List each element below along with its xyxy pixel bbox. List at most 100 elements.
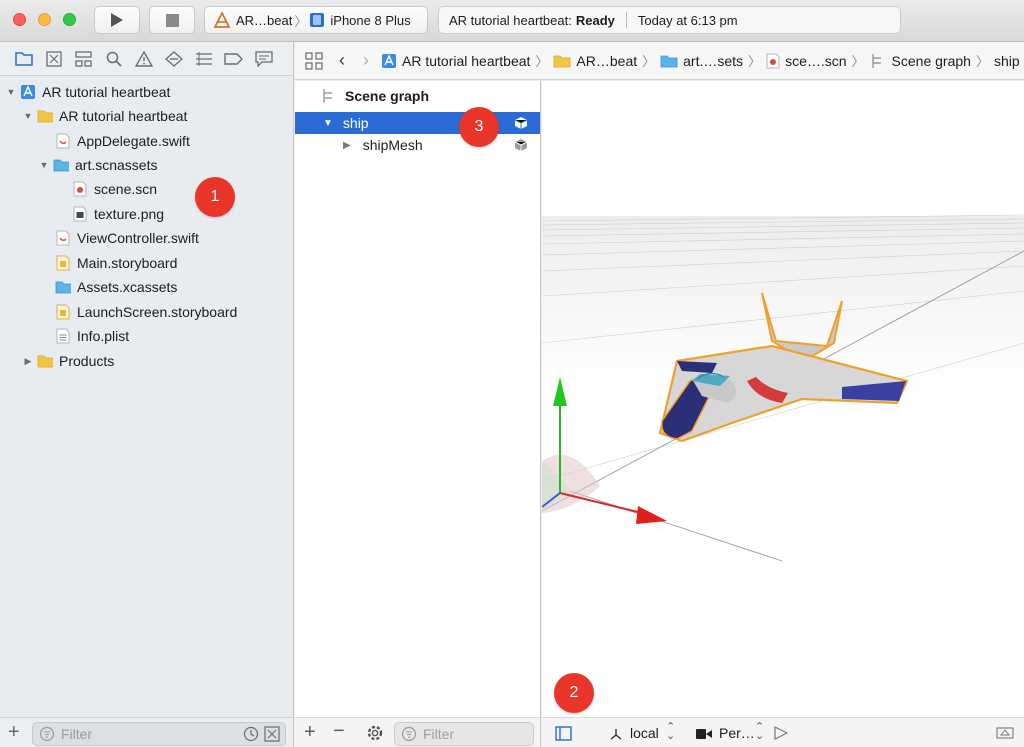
tree-item-label: art.scnassets xyxy=(75,157,158,173)
disclosure-open-icon[interactable]: ▼ xyxy=(323,118,333,129)
annotation-badge-3: 3 xyxy=(459,107,499,147)
cube-node-icon xyxy=(514,117,528,129)
outline-filter-field[interactable]: Filter xyxy=(394,722,534,746)
chevron-right-icon: 〉 xyxy=(642,54,656,69)
debug-icon[interactable] xyxy=(194,49,213,68)
scheme-selector[interactable]: AR…beat 〉 iPhone 8 Plus xyxy=(204,6,428,34)
chevron-right-icon: 〉 xyxy=(294,13,308,29)
activity-status-label: Ready xyxy=(575,12,615,28)
folder-icon xyxy=(37,353,53,369)
related-items-icon[interactable] xyxy=(305,51,323,70)
tree-item-launchscreen[interactable]: LaunchScreen.storyboard xyxy=(0,300,293,324)
jumpbar-label: art.…sets xyxy=(683,52,744,69)
scene-canvas[interactable] xyxy=(542,81,1024,717)
disclosure-closed-icon[interactable]: ▶ xyxy=(343,140,351,151)
activity-viewer: AR tutorial heartbeat: Ready Today at 6:… xyxy=(438,6,901,34)
zoom-window-button[interactable] xyxy=(63,13,76,26)
camera-mode-label[interactable]: Per… xyxy=(719,725,755,741)
add-node-icon[interactable]: + xyxy=(304,721,316,743)
run-button[interactable] xyxy=(94,6,140,34)
forward-arrow-icon[interactable]: › xyxy=(363,50,369,71)
tree-item-group[interactable]: ▼ AR tutorial heartbeat xyxy=(0,104,293,128)
breakpoint-icon[interactable] xyxy=(224,49,243,68)
tree-item-info-plist[interactable]: Info.plist xyxy=(0,324,293,348)
disclosure-closed-icon[interactable]: ▶ xyxy=(22,356,34,367)
window-toolbar: AR…beat 〉 iPhone 8 Plus AR tutorial hear… xyxy=(0,0,1024,42)
swift-file-icon xyxy=(55,133,71,149)
tree-item-texture[interactable]: texture.png xyxy=(0,202,293,226)
jump-bar: ‹ › AR tutorial heartbeat 〉 AR…beat 〉 ar… xyxy=(295,42,1024,80)
scene-graph-header: Scene graph xyxy=(295,85,540,107)
node-row-shipmesh[interactable]: ▶ shipMesh xyxy=(295,134,540,156)
storyboard-file-icon xyxy=(55,255,71,271)
tree-item-main-storyboard[interactable]: Main.storyboard xyxy=(0,251,293,275)
tree-item-project[interactable]: ▼ AR tutorial heartbeat xyxy=(0,80,293,104)
recent-files-icon[interactable] xyxy=(243,726,259,742)
filter-icon xyxy=(401,726,417,742)
tree-item-label: Products xyxy=(59,353,115,369)
back-arrow-icon[interactable]: ‹ xyxy=(339,50,345,71)
test-icon[interactable] xyxy=(164,49,183,68)
coordinate-axes-icon xyxy=(610,729,622,740)
jumpbar-item-project[interactable]: AR tutorial heartbeat xyxy=(381,53,530,69)
disclosure-open-icon[interactable]: ▼ xyxy=(22,111,34,121)
disclosure-open-icon[interactable]: ▼ xyxy=(38,160,50,170)
jumpbar-item-ship[interactable]: ship xyxy=(994,53,1020,69)
hierarchy-icon[interactable] xyxy=(74,49,93,68)
jumpbar-label: ship xyxy=(993,52,1020,69)
scheme-app-label: AR…beat xyxy=(236,12,293,28)
disclosure-open-icon[interactable]: ▼ xyxy=(5,87,17,97)
tree-item-products[interactable]: ▶ Products xyxy=(0,349,293,373)
tree-item-label: AR tutorial heartbeat xyxy=(59,108,188,124)
tree-item-label: texture.png xyxy=(94,206,165,222)
tree-item-scene[interactable]: scene.scn xyxy=(0,177,293,201)
node-label: ship xyxy=(342,115,369,131)
stop-button[interactable] xyxy=(149,6,195,34)
activity-project-label: AR tutorial heartbeat: xyxy=(449,12,572,28)
tree-item-scnassets[interactable]: ▼ art.scnassets xyxy=(0,153,293,177)
minimize-window-button[interactable] xyxy=(38,13,51,26)
iphone-device-icon xyxy=(310,13,325,27)
scene-viewport[interactable]: 2 local ⌃ ⌄ Per… ⌃ ⌄ xyxy=(542,81,1024,747)
tree-item-label: ViewController.swift xyxy=(77,230,199,246)
jumpbar-label: AR tutorial heartbeat xyxy=(402,52,531,69)
scene-file-icon xyxy=(72,181,88,197)
remove-node-icon[interactable]: − xyxy=(333,720,345,742)
jumpbar-item-scene-graph[interactable]: Scene graph xyxy=(870,53,971,69)
scene-graph-outline: Scene graph ▼ ship ▶ shipMesh 3 + − Filt… xyxy=(295,81,541,747)
blue-folder-icon xyxy=(53,157,69,173)
space-mode-label[interactable]: local xyxy=(630,725,659,741)
warning-icon[interactable] xyxy=(134,49,153,68)
jumpbar-item-scene[interactable]: sce….scn xyxy=(766,53,847,69)
report-icon[interactable] xyxy=(254,49,273,68)
chevron-right-icon: 〉 xyxy=(535,54,549,69)
jumpbar-item-group[interactable]: AR…beat xyxy=(553,53,637,69)
project-navigator: ▼ AR tutorial heartbeat ▼ AR tutorial he… xyxy=(0,42,294,747)
tree-item-viewcontroller[interactable]: ViewController.swift xyxy=(0,226,293,250)
scene-graph-icon xyxy=(323,89,332,103)
navigator-filter-field[interactable]: Filter xyxy=(32,722,286,746)
chevron-updown-icon[interactable]: ⌃ ⌄ xyxy=(666,722,675,742)
source-control-icon[interactable] xyxy=(44,49,63,68)
add-file-icon[interactable]: + xyxy=(8,722,20,742)
jumpbar-item-scnassets[interactable]: art.…sets xyxy=(660,53,743,69)
cube-node-icon xyxy=(514,139,528,151)
scene-settings-icon[interactable] xyxy=(996,727,1014,739)
source-control-filter-icon[interactable] xyxy=(264,726,280,742)
tree-item-label: Main.storyboard xyxy=(77,255,178,271)
close-window-button[interactable] xyxy=(13,13,26,26)
chevron-updown-icon[interactable]: ⌃ ⌄ xyxy=(755,722,764,742)
sidebar-toggle-icon[interactable] xyxy=(555,726,572,741)
play-scene-icon[interactable] xyxy=(774,726,788,740)
gear-icon[interactable] xyxy=(366,724,384,742)
search-icon[interactable] xyxy=(104,49,123,68)
tree-item-label: Info.plist xyxy=(77,328,130,344)
node-row-ship[interactable]: ▼ ship xyxy=(295,112,540,134)
folder-icon[interactable] xyxy=(14,49,33,68)
grid-floor xyxy=(542,216,1024,717)
folder-icon xyxy=(37,108,53,124)
activity-time-label: Today at 6:13 pm xyxy=(637,12,738,28)
tree-item-appdelegate[interactable]: AppDelegate.swift xyxy=(0,129,293,153)
tree-item-label: AppDelegate.swift xyxy=(77,133,190,149)
tree-item-assets[interactable]: Assets.xcassets xyxy=(0,275,293,299)
